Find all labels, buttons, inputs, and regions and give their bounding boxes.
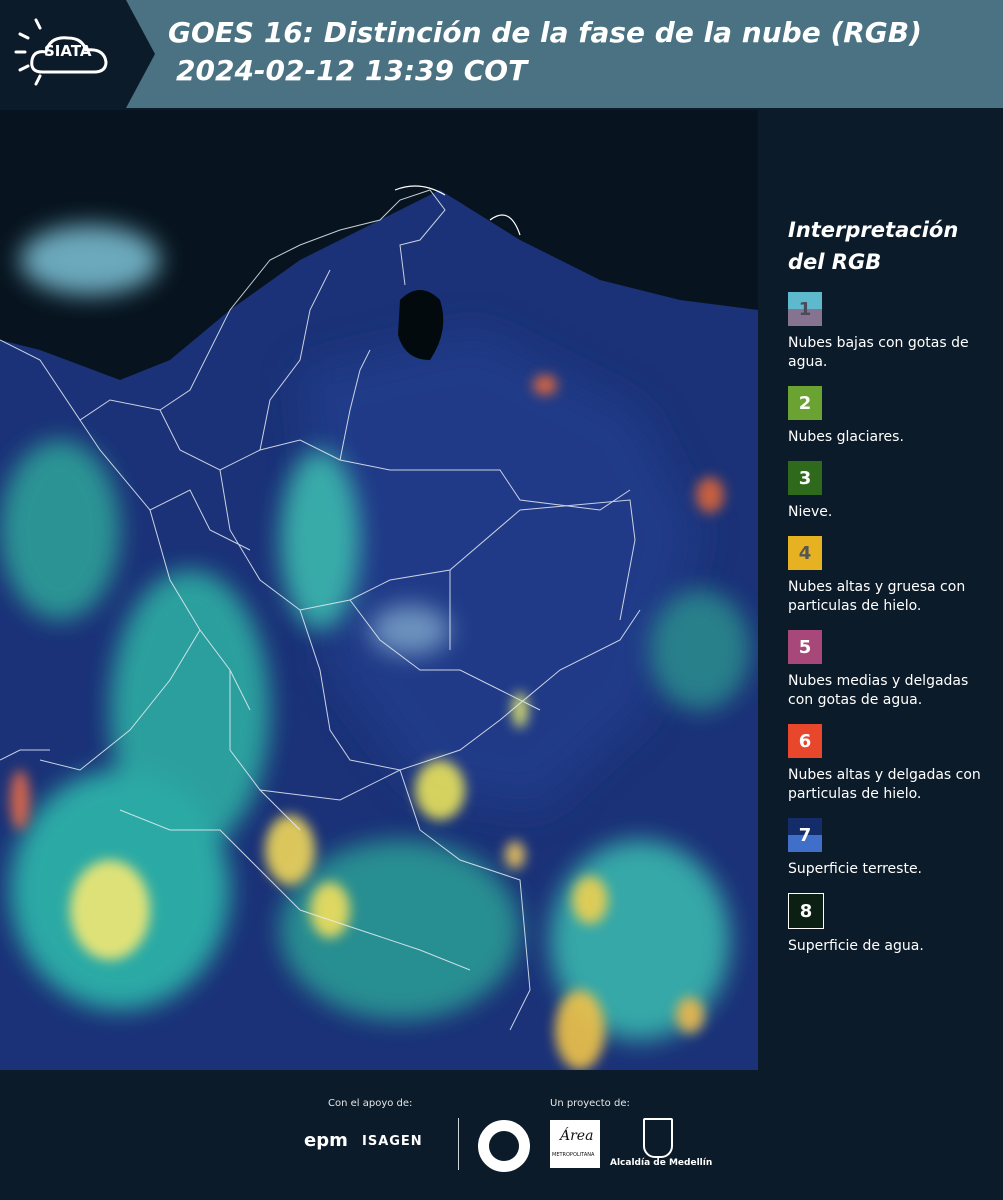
metro-seal-icon [478,1120,530,1172]
satellite-map [0,110,758,1070]
legend-number: 1 [798,298,812,320]
legend-swatch: 1 [788,292,822,326]
header-bar: SIATA GOES 16: Distinción de la fase de … [0,0,1003,108]
epm-logo: epm [304,1130,348,1151]
support-caption: Con el apoyo de: [328,1098,413,1109]
logo-text: SIATA [44,42,92,60]
legend-item: 3 Nieve. [788,461,993,522]
legend-number: 3 [798,467,812,489]
title-line-2: 2024-02-12 13:39 COT [176,54,528,87]
area-logo-text: Área [560,1128,594,1144]
legend-swatch: 6 [788,724,822,758]
alcaldia-shield-icon [643,1118,673,1158]
legend-swatch: 3 [788,461,822,495]
title-line-1: GOES 16: Distinción de la fase de la nub… [168,16,922,49]
legend-text: Nieve. [788,504,833,520]
legend-item: 4 Nubes altas y gruesa con particulas de … [788,536,993,616]
legend-text: Nubes bajas con gotas de agua. [788,335,969,370]
area-metropolitana-logo: Área METROPOLITANA [550,1120,600,1168]
legend-number: 4 [798,542,812,564]
legend-item: 7 Superficie terreste. [788,818,993,879]
legend-swatch: 7 [788,818,822,852]
legend-item: 8 Superficie de agua. [788,893,993,956]
legend-number: 2 [798,392,812,414]
legend-item: 1 Nubes bajas con gotas de agua. [788,292,993,372]
legend-items: 1 Nubes bajas con gotas de agua. 2 Nubes gl… [788,292,993,956]
rgb-legend: Interpretación del RGB 1 Nubes bajas con … [788,214,993,970]
legend-title-line-1: Interpretación [788,218,959,242]
legend-text: Nubes altas y delgadas con particulas de… [788,767,981,802]
alcaldia-logo-text: Alcaldía de Medellín [610,1158,713,1168]
legend-item: 5 Nubes medias y delgadas con gotas de ag… [788,630,993,710]
legend-text: Nubes altas y gruesa con particulas de h… [788,579,966,614]
legend-text: Nubes medias y delgadas con gotas de agu… [788,673,969,708]
legend-text: Nubes glaciares. [788,429,904,445]
legend-swatch: 8 [788,893,824,929]
legend-item: 6 Nubes altas y delgadas con particulas d… [788,724,993,804]
legend-swatch: 2 [788,386,822,420]
legend-title-line-2: del RGB [788,250,882,274]
legend-text: Superficie de agua. [788,938,924,954]
page-title: GOES 16: Distinción de la fase de la nub… [168,14,922,90]
legend-title: Interpretación del RGB [788,214,993,278]
legend-number: 5 [798,636,812,658]
isagen-logo: ISAGEN [362,1134,423,1149]
area-logo-subtext: METROPOLITANA [552,1152,595,1158]
project-caption: Un proyecto de: [550,1098,630,1109]
legend-swatch: 5 [788,630,822,664]
legend-item: 2 Nubes glaciares. [788,386,993,447]
legend-number: 6 [798,730,812,752]
legend-number: 8 [799,900,813,922]
footer-divider [458,1118,459,1170]
legend-number: 7 [798,824,812,846]
legend-text: Superficie terreste. [788,861,923,877]
legend-swatch: 4 [788,536,822,570]
footer: Con el apoyo de: Un proyecto de: epm ISA… [0,1070,1003,1200]
siata-logo: SIATA [0,0,155,108]
